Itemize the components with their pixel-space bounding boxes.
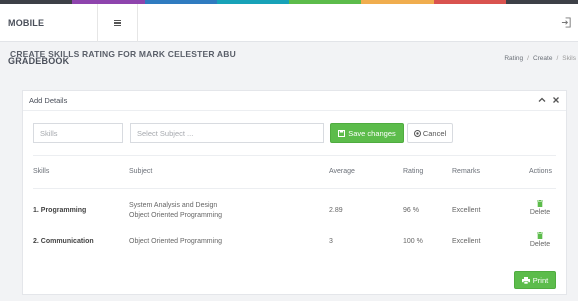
breadcrumb-item-rating[interactable]: Rating [504,55,523,62]
average-value: 3 [329,238,333,245]
subject-name: System Analysis and Design [129,202,218,209]
print-button[interactable]: Print [514,271,556,289]
subject-name: Object Oriented Programming [129,238,222,245]
column-header-actions: Actions [529,168,552,175]
close-icon[interactable] [552,96,560,104]
save-button-label: Save changes [348,128,396,138]
breadcrumb: Rating / Create / Skils [504,55,576,62]
rating-value: 100 % [403,238,423,245]
remarks-value: Excellent [452,207,481,214]
divider [33,155,556,156]
delete-button[interactable]: Delete [526,200,554,216]
hamburger-icon[interactable] [98,4,138,42]
delete-button[interactable]: Delete [526,232,554,248]
trash-icon [537,232,543,239]
chevron-up-icon[interactable] [538,96,546,104]
column-header-rating: Rating [403,168,424,175]
cancel-button-label: Cancel [422,128,447,138]
cancel-circle-icon [413,129,421,137]
print-button-label: Print [532,275,549,285]
divider [33,188,556,189]
column-header-subject: Subject [129,168,153,175]
app-brand[interactable]: MOBILE GRADEBOOK [0,4,98,66]
skill-form: Save changes Cancel [33,123,556,143]
column-header-average: Average [329,168,355,175]
subject-select[interactable] [130,123,324,143]
column-header-remarks: Remarks [452,168,481,175]
logout-icon[interactable] [561,17,572,28]
remarks-value: Excellent [452,238,481,245]
save-changes-button[interactable]: Save changes [330,123,404,143]
skill-name: 1. Programming [33,207,87,214]
top-navbar: MOBILE GRADEBOOK [0,4,578,66]
breadcrumb-item-create[interactable]: Create [533,55,553,62]
add-details-card: Add Details Save changes Cancel Skills S… [22,90,567,295]
delete-label: Delete [529,241,551,248]
save-icon [338,129,346,137]
skill-name: 2. Communication [33,238,94,245]
page-title: CREATE SKILLS RATING FOR MARK CELESTER A… [10,49,236,59]
page-header: CREATE SKILLS RATING FOR MARK CELESTER A… [0,43,578,73]
cancel-button[interactable]: Cancel [407,123,453,143]
rating-value: 96 % [403,207,419,214]
subject-name: Object Oriented Programming [129,212,222,219]
card-title: Add Details [29,96,68,105]
card-header: Add Details [23,91,566,111]
column-header-skills: Skills [33,168,50,175]
average-value: 2.89 [329,207,343,214]
trash-icon [537,200,543,207]
breadcrumb-item-current: Skils [562,55,576,62]
card-tools [538,96,560,104]
print-icon [521,276,530,284]
skills-input[interactable] [33,123,123,143]
delete-label: Delete [529,209,551,216]
